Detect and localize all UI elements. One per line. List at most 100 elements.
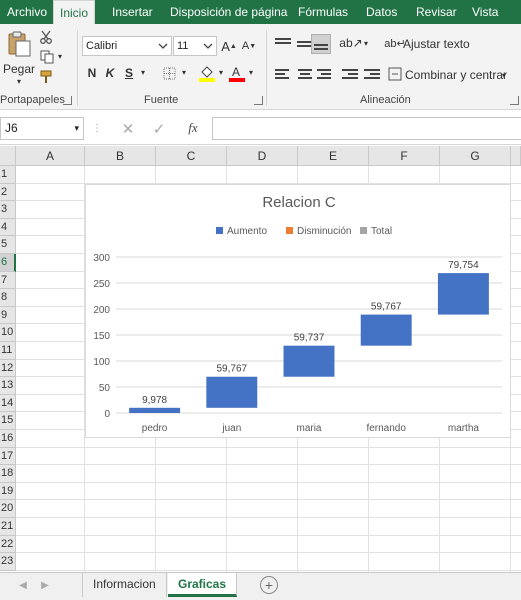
tab-vista[interactable]: Vista: [466, 0, 504, 24]
column-header-e[interactable]: E: [298, 146, 369, 166]
row-header-22[interactable]: 22: [0, 535, 16, 554]
italic-button[interactable]: K: [104, 64, 116, 82]
y-tick-label: 250: [93, 279, 110, 290]
font-name-select[interactable]: Calibri: [82, 36, 172, 56]
row-header-18[interactable]: 18: [0, 465, 16, 483]
merge-chevron-icon[interactable]: ▾: [500, 70, 508, 80]
merge-center-icon[interactable]: [388, 65, 402, 83]
row-header-23[interactable]: 23: [0, 553, 16, 571]
fill-color-icon[interactable]: [198, 62, 216, 84]
name-box[interactable]: J6 ▾: [0, 117, 84, 140]
y-tick-label: 300: [93, 253, 110, 264]
row-header-12[interactable]: 12: [0, 359, 16, 378]
clipboard-launcher-icon[interactable]: [63, 96, 72, 105]
column-header-h[interactable]: [511, 146, 521, 166]
sheet-tab-informacion[interactable]: Informacion: [82, 573, 167, 597]
column-header-f[interactable]: F: [369, 146, 440, 166]
row-header-1[interactable]: 1: [0, 166, 16, 184]
borders-icon[interactable]: [161, 64, 177, 82]
merge-center-button[interactable]: Combinar y centrar: [405, 67, 507, 83]
select-all-corner[interactable]: [0, 146, 16, 166]
align-left-icon[interactable]: [275, 69, 291, 81]
row-gridline: [16, 552, 521, 554]
align-top-icon[interactable]: [275, 38, 291, 50]
row-header-8[interactable]: 8: [0, 289, 16, 307]
add-sheet-icon[interactable]: +: [260, 576, 278, 594]
row-gridline: [16, 464, 521, 466]
decrease-font-icon[interactable]: A ▼: [242, 36, 256, 56]
paste-button[interactable]: Pegar: [2, 62, 36, 76]
font-launcher-icon[interactable]: [254, 96, 263, 105]
orientation-icon[interactable]: ab↗: [339, 34, 362, 52]
paste-icon[interactable]: [4, 30, 34, 58]
scroll-left-icon[interactable]: ◀: [16, 577, 30, 593]
tab-datos[interactable]: Datos: [360, 0, 403, 24]
column-header-g[interactable]: G: [440, 146, 511, 166]
paste-chevron-icon[interactable]: ▾: [14, 77, 24, 86]
row-header-15[interactable]: 15: [0, 412, 16, 430]
font-color-chevron-icon[interactable]: ▾: [247, 67, 255, 77]
tab-archivo[interactable]: Archivo: [1, 0, 53, 24]
font-size-select[interactable]: 11: [173, 36, 217, 56]
bold-button[interactable]: N: [86, 64, 98, 82]
formula-input[interactable]: [212, 117, 521, 140]
row-header-17[interactable]: 17: [0, 447, 16, 466]
align-right-icon[interactable]: [315, 69, 331, 81]
align-bottom-icon[interactable]: [311, 34, 331, 54]
chevron-down-icon[interactable]: ▾: [74, 118, 79, 139]
row-header-21[interactable]: 21: [0, 518, 16, 536]
row-header-10[interactable]: 10: [0, 324, 16, 342]
alignment-group-label: Alineación: [360, 94, 411, 106]
row-header-5[interactable]: 5: [0, 236, 16, 254]
tab-formulas[interactable]: Fórmulas: [292, 0, 354, 24]
borders-chevron-icon[interactable]: ▾: [180, 67, 188, 77]
row-header-19[interactable]: 19: [0, 482, 16, 501]
confirm-entry-icon[interactable]: ✓: [151, 121, 167, 138]
ribbon-tab-bar: Archivo Inicio Insertar Disposición de p…: [0, 0, 521, 25]
formula-bar-grip-icon[interactable]: ⋮: [92, 123, 102, 134]
tab-revisar[interactable]: Revisar: [410, 0, 463, 24]
waterfall-chart[interactable]: Relacion C Aumento Disminución Total 0 50 100 1…: [85, 184, 511, 438]
row-header-2[interactable]: 2: [0, 183, 16, 202]
orientation-chevron-icon[interactable]: ▾: [362, 38, 370, 48]
underline-chevron-icon[interactable]: ▾: [139, 67, 147, 77]
row-header-6[interactable]: 6: [0, 254, 16, 272]
cancel-entry-icon[interactable]: ✕: [120, 121, 136, 138]
decrease-indent-icon[interactable]: [342, 69, 358, 81]
chart-title: Relacion C: [262, 194, 336, 211]
alignment-launcher-icon[interactable]: [510, 96, 519, 105]
column-header-d[interactable]: D: [227, 146, 298, 166]
scroll-right-icon[interactable]: ▶: [38, 577, 52, 593]
row-header-4[interactable]: 4: [0, 218, 16, 237]
row-header-11[interactable]: 11: [0, 342, 16, 360]
row-header-13[interactable]: 13: [0, 377, 16, 395]
underline-button[interactable]: S: [123, 64, 135, 82]
column-header-b[interactable]: B: [85, 146, 156, 166]
tab-inicio[interactable]: Inicio: [53, 0, 96, 25]
tab-disposicion[interactable]: Disposición de página: [164, 0, 293, 24]
sheet-tab-graficas[interactable]: Graficas: [168, 573, 238, 597]
row-header-7[interactable]: 7: [0, 271, 16, 290]
format-painter-icon[interactable]: [38, 69, 54, 85]
font-color-icon[interactable]: A: [228, 62, 246, 84]
chevron-down-icon: [203, 43, 213, 49]
row-header-20[interactable]: 20: [0, 500, 16, 518]
copy-chevron-icon[interactable]: ▾: [56, 51, 64, 61]
increase-indent-icon[interactable]: [364, 69, 380, 81]
fill-chevron-icon[interactable]: ▾: [217, 67, 225, 77]
increase-font-icon[interactable]: A ▲: [221, 36, 237, 56]
insert-function-icon[interactable]: fx: [186, 119, 200, 137]
copy-icon[interactable]: [38, 49, 56, 65]
wrap-text-button[interactable]: Ajustar texto: [403, 36, 470, 52]
column-header-c[interactable]: C: [156, 146, 227, 166]
row-header-9[interactable]: 9: [0, 306, 16, 325]
column-header-a[interactable]: A: [16, 146, 85, 166]
row-header-16[interactable]: 16: [0, 430, 16, 448]
row-header-3[interactable]: 3: [0, 201, 16, 219]
row-header-14[interactable]: 14: [0, 394, 16, 413]
x-tick-label: martha: [448, 423, 480, 434]
tab-insertar[interactable]: Insertar: [106, 0, 159, 24]
cut-icon[interactable]: [38, 29, 54, 45]
wrap-text-icon[interactable]: ab↵: [384, 34, 405, 52]
align-center-icon[interactable]: [297, 69, 313, 81]
